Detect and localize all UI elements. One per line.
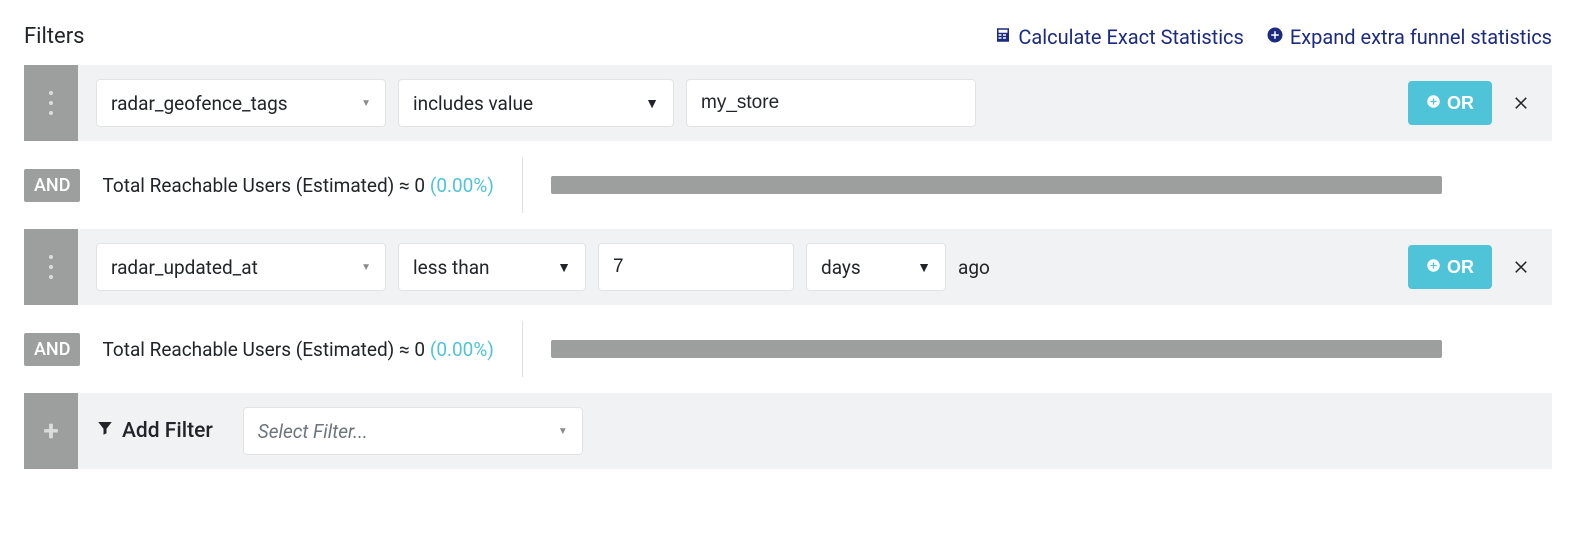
stats-pct: (0.00%) [430, 174, 494, 197]
filter-unit-select[interactable]: days ▼ [806, 243, 946, 291]
calculate-stats-link[interactable]: Calculate Exact Statistics [994, 25, 1243, 49]
filter-operator-select[interactable]: includes value ▼ [398, 79, 674, 127]
caret-down-icon: ▼ [557, 259, 571, 276]
or-button[interactable]: OR [1408, 81, 1492, 125]
filter-row: radar_geofence_tags ▼ includes value ▼ O… [24, 65, 1552, 141]
drag-dots-icon [49, 255, 53, 279]
caret-down-icon: ▼ [917, 259, 931, 276]
add-filter-label: Add Filter [96, 419, 213, 443]
calculate-stats-label: Calculate Exact Statistics [1018, 25, 1243, 49]
plus-circle-icon [1426, 257, 1441, 278]
vertical-divider [522, 321, 523, 377]
filter-field-select[interactable]: radar_geofence_tags ▼ [96, 79, 386, 127]
stats-row: AND Total Reachable Users (Estimated) ≈ … [24, 153, 1552, 217]
or-button-label: OR [1447, 257, 1474, 278]
and-badge: AND [24, 169, 80, 202]
stats-value: 0 [414, 338, 425, 361]
stats-text: Total Reachable Users (Estimated) ≈ 0 (0… [102, 338, 493, 361]
drag-dots-icon [49, 91, 53, 115]
vertical-divider [522, 157, 523, 213]
caret-down-icon: ▼ [558, 426, 568, 437]
filter-suffix: ago [958, 256, 990, 279]
close-icon [1512, 99, 1530, 114]
filter-operator-value: less than [413, 256, 490, 279]
filter-field-value: radar_updated_at [111, 256, 258, 279]
funnel-icon [96, 419, 114, 443]
expand-stats-label: Expand extra funnel statistics [1290, 25, 1552, 49]
stats-text: Total Reachable Users (Estimated) ≈ 0 (0… [102, 174, 493, 197]
filter-field-value: radar_geofence_tags [111, 92, 288, 115]
filter-value-input[interactable] [598, 243, 794, 291]
close-icon [1512, 263, 1530, 278]
or-button-label: OR [1447, 93, 1474, 114]
filter-operator-value: includes value [413, 92, 533, 115]
or-button[interactable]: OR [1408, 245, 1492, 289]
filter-field-select[interactable]: radar_updated_at ▼ [96, 243, 386, 291]
reach-bar [551, 340, 1442, 358]
stats-prefix: Total Reachable Users (Estimated) ≈ [102, 174, 414, 197]
stats-row: AND Total Reachable Users (Estimated) ≈ … [24, 317, 1552, 381]
add-filter-row: + Add Filter Select Filter... ▼ [24, 393, 1552, 469]
filter-row: radar_updated_at ▼ less than ▼ days ▼ ag… [24, 229, 1552, 305]
filters-title: Filters [24, 24, 85, 49]
filter-unit-value: days [821, 256, 861, 279]
expand-stats-link[interactable]: Expand extra funnel statistics [1266, 25, 1552, 49]
plus-icon: + [43, 417, 58, 445]
caret-down-icon: ▼ [361, 98, 371, 109]
calculator-icon [994, 25, 1012, 49]
add-handle[interactable]: + [24, 393, 78, 469]
drag-handle[interactable] [24, 65, 78, 141]
remove-filter-button[interactable] [1508, 89, 1534, 118]
stats-prefix: Total Reachable Users (Estimated) ≈ [102, 338, 414, 361]
add-filter-placeholder: Select Filter... [258, 420, 368, 443]
add-filter-select[interactable]: Select Filter... ▼ [243, 407, 583, 455]
stats-pct: (0.00%) [430, 338, 494, 361]
header-links: Calculate Exact Statistics Expand extra … [994, 25, 1552, 49]
plus-circle-icon [1426, 93, 1441, 114]
filters-header: Filters Calculate Exact Statistics Expan… [24, 24, 1552, 49]
caret-down-icon: ▼ [361, 262, 371, 273]
drag-handle[interactable] [24, 229, 78, 305]
stats-value: 0 [414, 174, 425, 197]
add-filter-text: Add Filter [122, 419, 213, 443]
reach-bar [551, 176, 1442, 194]
remove-filter-button[interactable] [1508, 253, 1534, 282]
filter-operator-select[interactable]: less than ▼ [398, 243, 586, 291]
caret-down-icon: ▼ [645, 95, 659, 112]
filter-value-input[interactable] [686, 79, 976, 127]
and-badge: AND [24, 333, 80, 366]
plus-circle-icon [1266, 25, 1284, 49]
